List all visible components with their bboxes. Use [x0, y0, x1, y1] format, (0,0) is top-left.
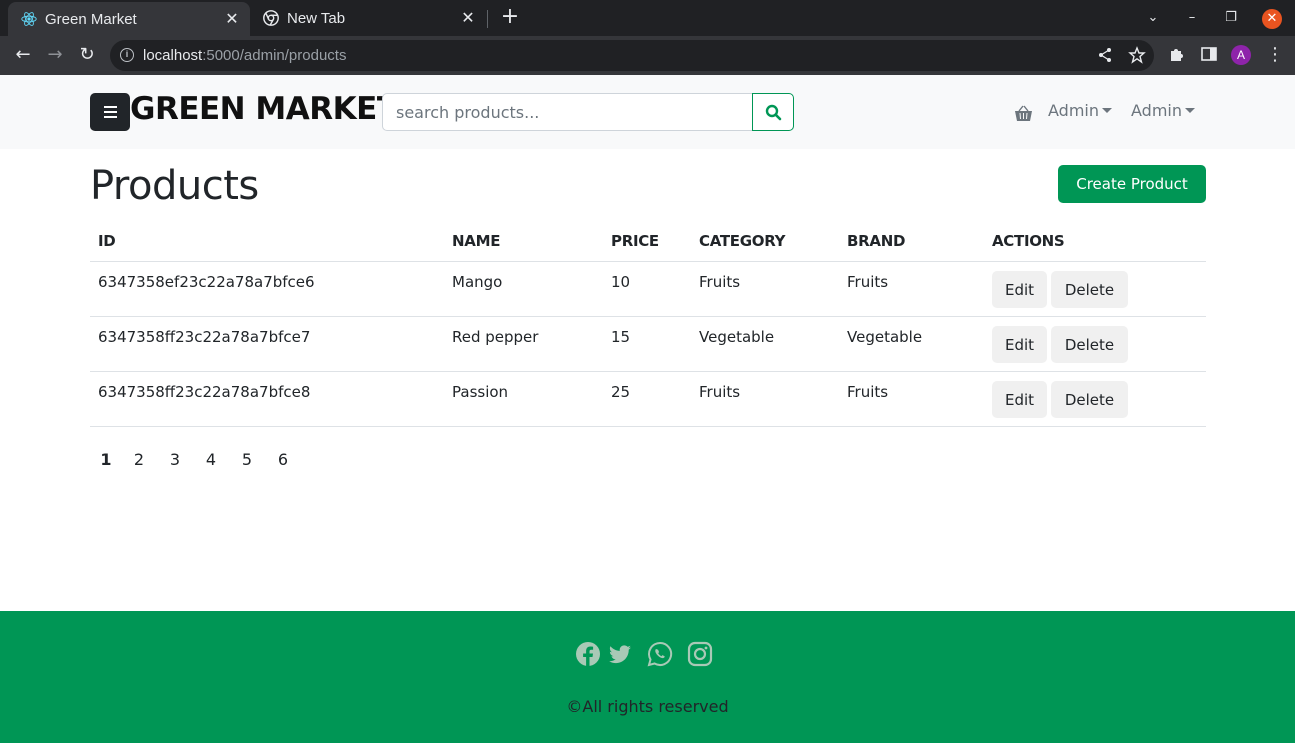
site-footer: ©All rights reserved	[0, 611, 1295, 743]
edit-button[interactable]: Edit	[992, 381, 1047, 418]
tab-green-market[interactable]: Green Market ✕	[8, 2, 250, 36]
url-text[interactable]: localhost:5000/admin/products	[143, 47, 346, 64]
edit-button[interactable]: Edit	[992, 271, 1047, 308]
column-header-id: ID	[98, 232, 116, 250]
forward-icon[interactable]: →	[44, 44, 66, 66]
browser-menu-icon[interactable]: ⋮	[1266, 45, 1284, 65]
search-button[interactable]	[752, 93, 794, 131]
cell-brand: Fruits	[847, 273, 889, 291]
create-product-button[interactable]: Create Product	[1058, 165, 1206, 203]
window-close-icon[interactable]: ✕	[1262, 9, 1282, 29]
cell-category: Vegetable	[699, 328, 775, 346]
address-bar[interactable]: i localhost:5000/admin/products	[110, 40, 1154, 71]
caret-down-icon	[1102, 107, 1112, 113]
cell-name: Passion	[452, 383, 509, 401]
brand-logo[interactable]: GREEN MARKET	[130, 91, 398, 127]
site-info-icon[interactable]: i	[120, 48, 134, 62]
cell-price: 15	[611, 328, 631, 346]
close-tab-icon[interactable]: ✕	[224, 9, 240, 29]
page-title: Products	[90, 163, 259, 209]
products-table: ID NAME PRICE CATEGORY BRAND ACTIONS 634…	[90, 224, 1206, 427]
cell-category: Fruits	[699, 383, 741, 401]
edit-button[interactable]: Edit	[992, 326, 1047, 363]
close-tab-icon[interactable]: ✕	[460, 8, 476, 28]
column-header-category: CATEGORY	[699, 232, 786, 250]
admin-dropdown-1[interactable]: Admin	[1048, 101, 1112, 120]
search-icon	[765, 104, 782, 121]
page-link-4[interactable]: 4	[200, 450, 222, 469]
cell-brand: Fruits	[847, 383, 889, 401]
table-row: 6347358ff23c22a78a7bfce8 Passion 25 Frui…	[90, 372, 1206, 427]
column-header-brand: BRAND	[847, 232, 906, 250]
cell-brand: Vegetable	[847, 328, 923, 346]
minimize-icon[interactable]: –	[1183, 9, 1201, 27]
table-header: ID NAME PRICE CATEGORY BRAND ACTIONS	[90, 224, 1206, 262]
page-link-5[interactable]: 5	[236, 450, 258, 469]
cell-name: Mango	[452, 273, 503, 291]
tab-title: New Tab	[287, 9, 346, 27]
delete-button[interactable]: Delete	[1051, 271, 1128, 308]
bookmark-star-icon[interactable]	[1128, 46, 1146, 64]
table-row: 6347358ff23c22a78a7bfce7 Red pepper 15 V…	[90, 317, 1206, 372]
cart-basket-icon[interactable]	[1014, 105, 1033, 122]
hamburger-icon	[104, 106, 117, 108]
copyright-text: ©All rights reserved	[566, 697, 729, 716]
tab-separator	[487, 10, 488, 28]
cell-id: 6347358ff23c22a78a7bfce7	[98, 328, 311, 346]
search-input[interactable]	[382, 93, 753, 131]
chrome-icon	[263, 10, 279, 26]
page-link-1[interactable]: 1	[95, 450, 117, 469]
column-header-name: NAME	[452, 232, 501, 250]
cell-name: Red pepper	[452, 328, 539, 346]
instagram-icon[interactable]	[687, 641, 713, 667]
share-icon[interactable]	[1096, 46, 1114, 64]
menu-toggle-button[interactable]	[90, 93, 130, 131]
twitter-icon[interactable]	[607, 641, 633, 667]
back-icon[interactable]: ←	[12, 44, 34, 66]
column-header-price: PRICE	[611, 232, 659, 250]
restore-icon[interactable]: ❐	[1222, 9, 1240, 27]
cell-id: 6347358ef23c22a78a7bfce6	[98, 273, 315, 291]
page-link-3[interactable]: 3	[164, 450, 186, 469]
cell-category: Fruits	[699, 273, 741, 291]
page-link-2[interactable]: 2	[128, 450, 150, 469]
tab-new-tab[interactable]: New Tab ✕	[250, 0, 486, 36]
caret-down-icon	[1185, 107, 1195, 113]
react-icon	[21, 12, 37, 26]
browser-tab-strip: Green Market ✕ New Tab ✕ + ⌄ – ❐ ✕	[0, 0, 1295, 36]
column-header-actions: ACTIONS	[992, 232, 1065, 250]
reload-icon[interactable]: ↻	[76, 44, 98, 66]
page-link-6[interactable]: 6	[272, 450, 294, 469]
whatsapp-icon[interactable]	[647, 641, 673, 667]
extensions-puzzle-icon[interactable]	[1168, 45, 1186, 63]
cell-id: 6347358ff23c22a78a7bfce8	[98, 383, 311, 401]
cell-price: 25	[611, 383, 631, 401]
facebook-icon[interactable]	[575, 641, 601, 667]
delete-button[interactable]: Delete	[1051, 381, 1128, 418]
profile-avatar[interactable]: A	[1231, 45, 1251, 65]
cell-price: 10	[611, 273, 631, 291]
tab-title: Green Market	[45, 10, 137, 28]
delete-button[interactable]: Delete	[1051, 326, 1128, 363]
new-tab-icon[interactable]: +	[500, 6, 520, 28]
side-panel-icon[interactable]	[1200, 45, 1218, 63]
tab-search-chevron-icon[interactable]: ⌄	[1144, 9, 1162, 27]
table-row: 6347358ef23c22a78a7bfce6 Mango 10 Fruits…	[90, 262, 1206, 317]
admin-dropdown-2[interactable]: Admin	[1131, 101, 1195, 120]
browser-toolbar: ← → ↻ i localhost:5000/admin/products	[0, 36, 1295, 75]
